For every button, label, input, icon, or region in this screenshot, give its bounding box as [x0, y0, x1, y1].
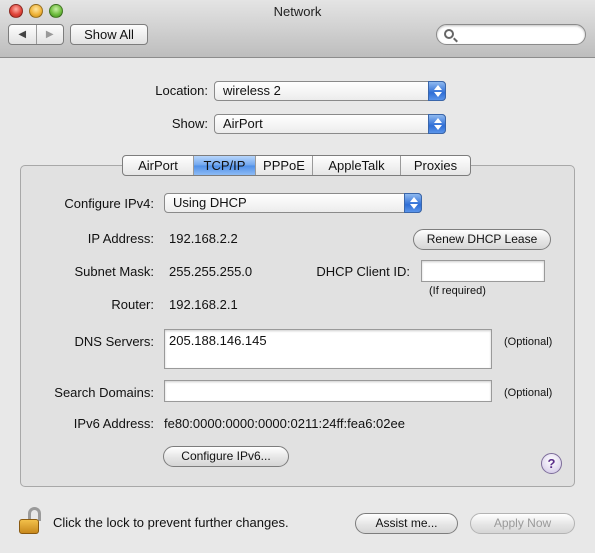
tab-proxies[interactable]: Proxies [400, 156, 470, 175]
show-all-button[interactable]: Show All [70, 24, 148, 45]
router-label: Router: [111, 297, 154, 312]
location-value: wireless 2 [223, 83, 281, 98]
dns-servers-label: DNS Servers: [74, 334, 154, 349]
location-label: Location: [155, 83, 208, 98]
ip-address-value: 192.168.2.2 [169, 231, 238, 246]
tcpip-panel [20, 165, 575, 487]
lock-message: Click the lock to prevent further change… [53, 515, 289, 530]
dns-optional-note: (Optional) [504, 336, 553, 348]
search-field[interactable] [436, 24, 586, 45]
subnet-mask-label: Subnet Mask: [74, 264, 155, 279]
lock-body [19, 519, 39, 534]
popup-arrows-icon [428, 114, 446, 134]
search-domains-label: Search Domains: [54, 385, 154, 400]
ipv6-address-value: fe80:0000:0000:0000:0211:24ff:fea6:02ee [164, 416, 405, 431]
show-value: AirPort [223, 116, 263, 131]
lock-icon[interactable] [19, 507, 45, 535]
configure-ipv4-value: Using DHCP [173, 195, 247, 210]
network-preferences-window: Network ◀ ▶ Show All Location: wireless … [0, 0, 595, 553]
title-bar: Network ◀ ▶ Show All [0, 0, 595, 58]
configure-ipv4-label: Configure IPv4: [64, 196, 154, 211]
search-domains-field[interactable] [164, 380, 492, 402]
back-forward-control: ◀ ▶ [8, 24, 64, 45]
assist-me-button[interactable]: Assist me... [355, 513, 458, 534]
router-value: 192.168.2.1 [169, 297, 238, 312]
ip-address-label: IP Address: [87, 231, 154, 246]
apply-now-button[interactable]: Apply Now [470, 513, 575, 534]
back-arrow-icon[interactable]: ◀ [9, 25, 36, 44]
search-icon [444, 29, 454, 39]
location-popup[interactable]: wireless 2 [214, 81, 446, 101]
forward-arrow-icon[interactable]: ▶ [35, 25, 64, 44]
configure-ipv4-popup[interactable]: Using DHCP [164, 193, 422, 213]
help-button[interactable]: ? [541, 453, 562, 474]
show-label: Show: [171, 116, 208, 131]
window-title: Network [273, 4, 322, 19]
show-popup[interactable]: AirPort [214, 114, 446, 134]
dhcp-client-id-field[interactable] [421, 260, 545, 282]
tab-pppoe[interactable]: PPPoE [255, 156, 312, 175]
subnet-mask-value: 255.255.255.0 [169, 264, 253, 279]
dhcp-client-id-label: DHCP Client ID: [316, 264, 410, 279]
tab-airport[interactable]: AirPort [123, 156, 193, 175]
popup-arrows-icon [404, 193, 422, 213]
renew-dhcp-lease-button[interactable]: Renew DHCP Lease [413, 229, 551, 250]
configure-ipv6-button[interactable]: Configure IPv6... [163, 446, 289, 467]
popup-arrows-icon [428, 81, 446, 101]
tab-appletalk[interactable]: AppleTalk [312, 156, 400, 175]
search-domains-optional-note: (Optional) [504, 387, 553, 399]
ipv6-address-label: IPv6 Address: [73, 416, 154, 431]
tab-bar: AirPort TCP/IP PPPoE AppleTalk Proxies [122, 155, 471, 176]
tab-tcpip[interactable]: TCP/IP [193, 156, 255, 175]
if-required-note: (If required) [429, 285, 486, 297]
dns-servers-field[interactable]: 205.188.146.145 [164, 329, 492, 369]
